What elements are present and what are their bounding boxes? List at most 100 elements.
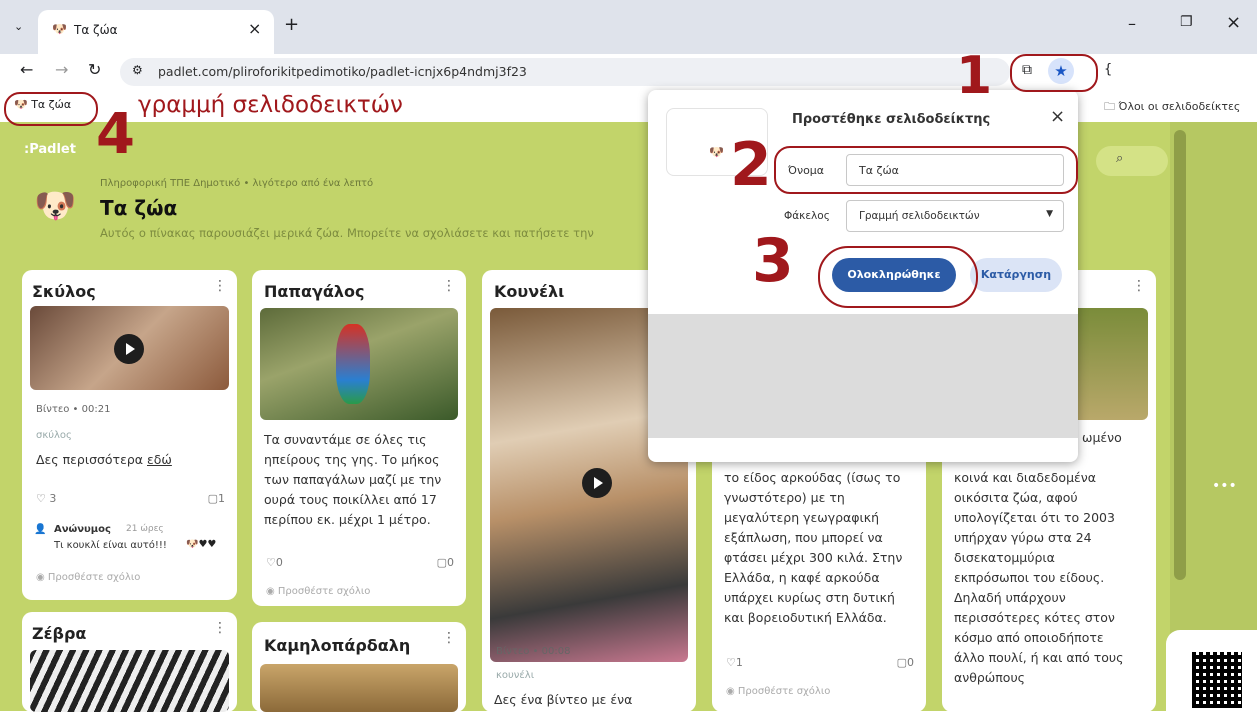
annotation-ring-3 [818, 246, 978, 308]
annotation-number-1: 1 [956, 46, 993, 106]
like-count: 0 [275, 556, 283, 569]
post-line: ωμένο [1082, 430, 1122, 445]
search-icon: ⌕ [1116, 151, 1124, 166]
comment-author-avatar: 👤 [34, 524, 47, 535]
dialog-title: Προστέθηκε σελιδοδείκτης [792, 112, 991, 127]
dog-favicon-icon: 🐶 [709, 145, 724, 159]
dog-favicon-icon: 🐶 [52, 22, 67, 36]
comment-count[interactable]: ▢1 [208, 492, 225, 505]
more-options-icon[interactable]: ⋮ [213, 620, 227, 636]
board-description: Αυτός ο πίνακας παρουσιάζει μερικά ζώα. … [100, 226, 594, 240]
play-icon[interactable] [114, 334, 144, 364]
folder-value: Γραμμή σελιδοδεικτών [859, 210, 980, 222]
post-line: ανθρώπους [954, 670, 1026, 685]
url-text: padlet.com/pliroforikitpedimotiko/padlet… [158, 64, 527, 79]
annotation-ring-1 [1010, 54, 1098, 92]
play-icon[interactable] [582, 468, 612, 498]
close-window-icon[interactable]: × [1226, 12, 1241, 33]
add-comment[interactable]: ◉ Προσθέστε σχόλιο [266, 586, 370, 597]
extensions-icon[interactable]: { [1104, 62, 1112, 77]
post-line: γνωστότερο) με τη [724, 490, 845, 505]
annotation-ring-4 [4, 92, 98, 126]
post-card-parrot[interactable]: Παπαγάλος ⋮ Τα συναντάμε σε όλες τις ηπε… [252, 270, 466, 606]
all-bookmarks-button[interactable]: 🗀 Όλοι οι σελιδοδείκτες [1104, 98, 1240, 117]
add-comment[interactable]: ◉ Προσθέστε σχόλιο [36, 572, 140, 583]
giraffe-image[interactable] [260, 664, 458, 712]
parrot-image[interactable] [260, 308, 458, 420]
more-options-icon[interactable]: ⋮ [442, 278, 456, 294]
add-comment-label: Προσθέστε σχόλιο [277, 586, 371, 597]
more-columns-icon[interactable]: ••• [1212, 478, 1237, 494]
post-line: Ελλάδα, η καφέ αρκούδα [724, 570, 880, 585]
folder-icon: 🗀 [1104, 100, 1115, 113]
dropdown-arrow-icon: ▼ [1046, 209, 1053, 219]
comment-author: Ανώνυμος [54, 524, 111, 535]
dog-heart-emoji: 🐶♥♥ [186, 539, 217, 550]
post-card-dog[interactable]: Σκύλος ⋮ Βίντεο • 00:21 σκύλος Δες περισ… [22, 270, 237, 600]
more-options-icon[interactable]: ⋮ [442, 630, 456, 646]
post-line: υπάρχει κυρίως στη δυτική [724, 590, 895, 605]
post-line: οικόσιτα ζώα, αφού [954, 490, 1078, 505]
board-meta: Πληροφορική ΤΠΕ Δημοτικό • λιγότερο από … [100, 178, 374, 189]
search-button[interactable]: ⌕ [1096, 146, 1168, 176]
post-card-zebra[interactable]: Ζέβρα ⋮ [22, 612, 237, 712]
qr-code-icon [1192, 652, 1242, 708]
comment-count[interactable]: ▢0 [897, 656, 914, 669]
new-tab-icon[interactable]: + [284, 14, 299, 35]
reload-icon[interactable]: ↻ [88, 60, 101, 79]
post-title: Ζέβρα [32, 624, 87, 643]
restore-icon[interactable]: ❐ [1180, 14, 1193, 30]
post-line: και βορειοδυτική Ελλάδα. [724, 610, 887, 625]
post-title: Κουνέλι [494, 282, 565, 301]
browser-tab[interactable]: 🐶 Τα ζώα × [38, 10, 274, 54]
annotation-number-4: 4 [96, 102, 135, 167]
post-title: Παπαγάλος [264, 282, 365, 301]
post-title: Σκύλος [32, 282, 96, 301]
video-meta: Βίντεο • 00:21 [36, 404, 111, 415]
add-comment[interactable]: ◉ Προσθέστε σχόλιο [726, 686, 830, 697]
more-options-icon[interactable]: ⋮ [1132, 278, 1146, 294]
tab-title: Τα ζώα [74, 23, 118, 37]
forward-icon[interactable]: → [55, 60, 68, 79]
scrollbar-thumb[interactable] [1174, 130, 1186, 580]
more-options-icon[interactable]: ⋮ [213, 278, 227, 294]
folder-select[interactable]: Γραμμή σελιδοδεικτών ▼ [846, 200, 1064, 232]
like-button[interactable]: ♡ 3 [36, 492, 56, 505]
comment-text: Τι κουκλί είναι αυτό!!! [54, 540, 167, 551]
post-line: μεγαλύτερη γεωγραφική [724, 510, 880, 525]
caption: κουνέλι [496, 670, 535, 681]
padlet-logo[interactable]: :Padlet [24, 142, 76, 157]
post-line: των παπαγάλων μαζί με την [264, 472, 442, 487]
like-button[interactable]: ♡1 [726, 656, 743, 669]
comment-count[interactable]: ▢0 [437, 556, 454, 569]
like-count: 3 [49, 492, 57, 505]
close-tab-icon[interactable]: × [248, 19, 261, 38]
post-line: Δηλαδή υπάρχουν [954, 590, 1066, 605]
post-line: εξάπλωση, που μπορεί να [724, 530, 883, 545]
add-comment-label: Προσθέστε σχόλιο [47, 572, 141, 583]
annotation-number-3: 3 [752, 226, 794, 296]
tab-search-chevron-icon[interactable]: ⌄ [14, 20, 23, 33]
address-bar[interactable]: ⚙ padlet.com/pliroforikitpedimotiko/padl… [120, 58, 1010, 86]
comment-count-value: 0 [447, 556, 454, 569]
annotation-bar-label: γραμμή σελιδοδεικτών [138, 92, 403, 118]
like-button[interactable]: ♡0 [266, 556, 283, 569]
back-icon[interactable]: ← [20, 60, 33, 79]
site-info-icon[interactable]: ⚙ [132, 63, 143, 77]
board-title: Τα ζώα [100, 196, 178, 220]
post-line: φτάσει μέχρι 300 κιλά. Στην [724, 550, 903, 565]
post-body: Δες περισσότερα εδώ [36, 450, 172, 470]
qr-code-panel [1166, 630, 1257, 711]
post-line: Τα συναντάμε σε όλες τις [264, 432, 427, 447]
dog-video-thumbnail[interactable] [30, 306, 229, 390]
post-card-giraffe[interactable]: Καμηλοπάρδαλη ⋮ [252, 622, 466, 712]
zebra-image[interactable] [30, 650, 229, 712]
close-dialog-icon[interactable]: × [1050, 106, 1065, 127]
minimize-icon[interactable]: – [1128, 14, 1136, 33]
post-line: υπήρχαν γύρω στα 24 [954, 530, 1092, 545]
board-avatar: 🐶 [34, 186, 77, 226]
like-count: 1 [735, 656, 743, 669]
remove-button[interactable]: Κατάργηση [970, 258, 1062, 292]
post-body: Δες ένα βίντεο με ένα [494, 692, 633, 707]
more-link[interactable]: εδώ [147, 452, 172, 467]
